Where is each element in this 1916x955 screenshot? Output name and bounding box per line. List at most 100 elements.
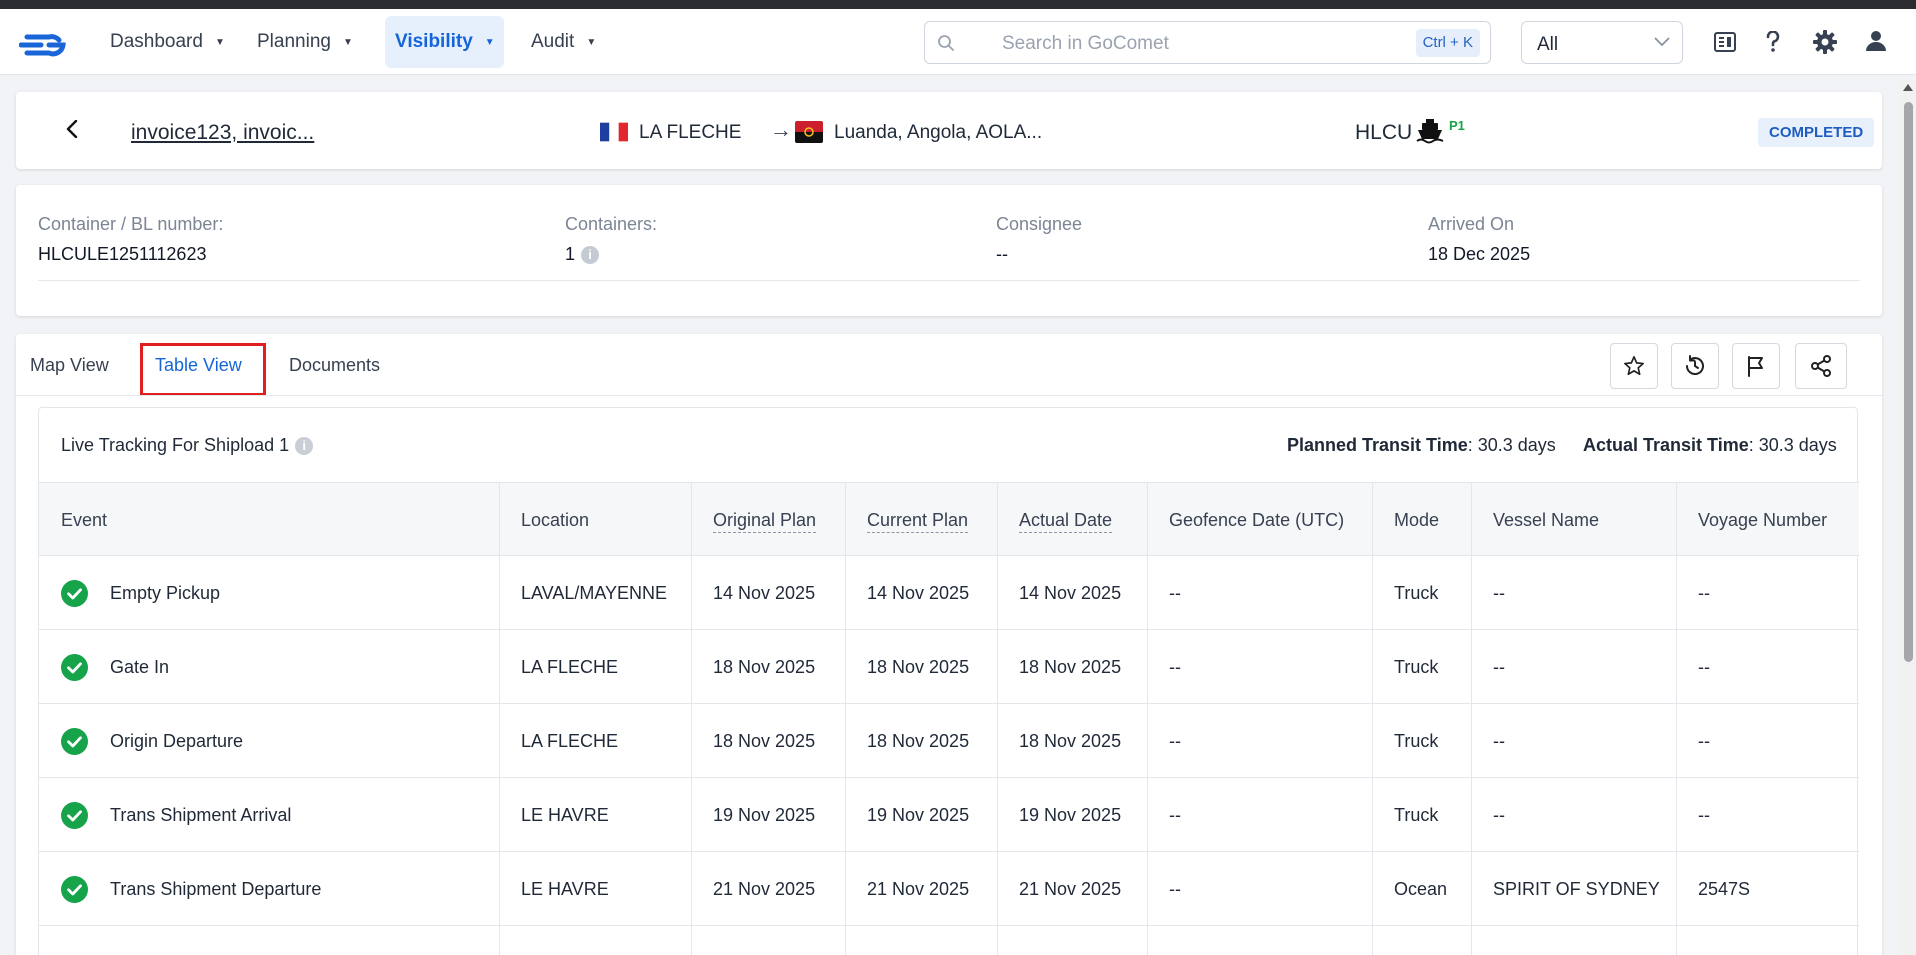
event-cell: Gate In — [110, 657, 170, 677]
location-cell: LAVAL/MAYENNE — [521, 583, 668, 603]
col-original-plan[interactable]: Original Plan — [713, 510, 817, 533]
col-vessel-name[interactable]: Vessel Name — [1493, 510, 1599, 531]
col-geofence-date[interactable]: Geofence Date (UTC) — [1169, 510, 1344, 531]
share-button[interactable] — [1795, 343, 1847, 389]
mode-cell: Truck — [1394, 731, 1439, 751]
user-avatar-icon[interactable] — [1866, 30, 1886, 52]
col-location[interactable]: Location — [521, 510, 589, 531]
voyage-cell: -- — [1698, 731, 1710, 751]
col-event[interactable]: Event — [61, 510, 107, 531]
check-circle-icon — [61, 580, 88, 607]
france-flag-icon — [600, 121, 628, 143]
page-scrollbar[interactable] — [1900, 80, 1916, 955]
col-voyage-number[interactable]: Voyage Number — [1698, 510, 1827, 531]
nav-visibility-label: Visibility — [395, 31, 473, 52]
current-plan-cell: 14 Nov 2025 — [867, 583, 970, 603]
actual-transit-label: Actual Transit Time — [1583, 435, 1749, 455]
mode-cell: Ocean — [1394, 879, 1448, 899]
current-plan-cell: 21 Nov 2025 — [867, 879, 970, 899]
live-tracking-panel: Live Tracking For Shipload 1 i Planned Tr… — [38, 407, 1859, 955]
table-row[interactable]: Gate In LA FLECHE 18 Nov 2025 18 Nov 2025 18… — [39, 630, 1859, 704]
table-row[interactable]: Trans Shipment Arrival LE HAVRE 19 Nov 202… — [39, 778, 1859, 852]
info-icon[interactable]: i — [295, 437, 314, 455]
scroll-up-arrow-icon[interactable] — [1903, 84, 1913, 91]
location-cell: LA FLECHE — [521, 657, 619, 677]
check-circle-icon — [61, 802, 88, 829]
geofence-cell: -- — [1169, 657, 1181, 677]
nav-audit[interactable]: Audit ▼ — [521, 16, 606, 68]
voyage-cell: -- — [1698, 583, 1710, 603]
arrived-label: Arrived On — [1428, 214, 1515, 234]
col-mode[interactable]: Mode — [1394, 510, 1439, 531]
browser-top-strip — [0, 0, 1916, 9]
back-arrow-icon[interactable] — [66, 120, 78, 138]
table-row[interactable]: Origin Departure LA FLECHE 18 Nov 2025 18 N… — [39, 704, 1859, 778]
geofence-cell: -- — [1169, 583, 1181, 603]
vessel-cell: -- — [1493, 805, 1505, 825]
voyage-cell: -- — [1698, 657, 1710, 677]
search-scope-select[interactable]: All — [1521, 21, 1683, 64]
mode-cell: Truck — [1394, 805, 1439, 825]
current-plan-cell: 19 Nov 2025 — [867, 805, 970, 825]
scrollbar-thumb[interactable] — [1904, 102, 1913, 662]
tab-map-view[interactable]: Map View — [30, 355, 109, 376]
geofence-cell: -- — [1169, 879, 1181, 899]
gear-icon[interactable] — [1813, 30, 1837, 54]
check-circle-icon — [61, 728, 88, 755]
destination-port: Luanda, Angola, AOLA... — [834, 122, 1043, 143]
favorite-button[interactable] — [1610, 343, 1658, 389]
chevron-down-icon — [1654, 37, 1670, 47]
info-icon[interactable]: i — [581, 246, 600, 264]
nav-dashboard[interactable]: Dashboard ▼ — [100, 16, 235, 68]
actual-transit-value: : 30.3 days — [1748, 435, 1837, 455]
live-tracking-title: Live Tracking For Shipload 1 i — [61, 435, 314, 456]
search-icon — [938, 35, 954, 51]
check-circle-icon — [61, 876, 88, 903]
original-plan-cell: 14 Nov 2025 — [713, 583, 816, 603]
planned-transit-value: : 30.3 days — [1467, 435, 1556, 455]
vessel-cell: -- — [1493, 731, 1505, 751]
gocomet-logo-icon[interactable] — [19, 30, 71, 60]
priority-tag: P1 — [1449, 118, 1465, 133]
flag-button[interactable] — [1732, 343, 1780, 389]
vessel-icon — [1416, 119, 1444, 144]
table-row[interactable]: Empty Pickup LAVAL/MAYENNE 14 Nov 2025 14 N… — [39, 556, 1859, 630]
mode-cell: Truck — [1394, 583, 1439, 603]
caret-down-icon: ▼ — [484, 36, 495, 48]
col-current-plan[interactable]: Current Plan — [867, 510, 969, 533]
current-plan-cell: 18 Nov 2025 — [867, 731, 970, 751]
shipment-header-card: invoice123, invoic... LA FLECHE → Luanda… — [16, 92, 1882, 169]
news-icon[interactable] — [1714, 31, 1736, 53]
actual-date-cell: 21 Nov 2025 — [1019, 879, 1122, 899]
star-icon — [1624, 356, 1644, 376]
col-actual-date[interactable]: Actual Date — [1019, 510, 1113, 533]
nav-planning[interactable]: Planning ▼ — [247, 16, 363, 68]
original-plan-cell: 19 Nov 2025 — [713, 805, 816, 825]
containers-value-wrap: 1i — [565, 244, 600, 265]
global-search[interactable]: Search in GoComet Ctrl + K — [924, 21, 1491, 64]
shipment-reference-link[interactable]: invoice123, invoic... — [131, 121, 314, 145]
highlight-box — [140, 343, 266, 396]
help-icon[interactable] — [1765, 31, 1781, 53]
location-cell: LA FLECHE — [521, 731, 619, 751]
actual-date-cell: 18 Nov 2025 — [1019, 657, 1122, 677]
tab-documents[interactable]: Documents — [289, 355, 380, 376]
flag-icon — [1748, 356, 1763, 377]
event-cell: Trans Shipment Departure — [110, 879, 322, 899]
mode-cell: Truck — [1394, 657, 1439, 677]
table-header: Event Location Original Plan Current Pla… — [39, 482, 1859, 556]
caret-down-icon: ▼ — [342, 36, 353, 48]
original-plan-cell: 18 Nov 2025 — [713, 657, 816, 677]
status-badge: COMPLETED — [1758, 118, 1875, 147]
voyage-cell: -- — [1698, 805, 1710, 825]
event-cell: Empty Pickup — [110, 583, 221, 603]
table-row[interactable]: Trans Shipment Departure LE HAVRE 21 Nov 2… — [39, 852, 1859, 926]
nav-planning-label: Planning — [257, 31, 331, 52]
top-navbar: Dashboard ▼ Planning ▼ Visibility ▼ Audit ▼ … — [0, 9, 1916, 75]
check-circle-icon — [61, 654, 88, 681]
scope-value: All — [1537, 34, 1559, 55]
nav-visibility[interactable]: Visibility ▼ — [385, 16, 504, 68]
bl-value: HLCULE1251112623 — [38, 244, 207, 264]
history-button[interactable] — [1671, 343, 1719, 389]
caret-down-icon: ▼ — [214, 36, 225, 48]
